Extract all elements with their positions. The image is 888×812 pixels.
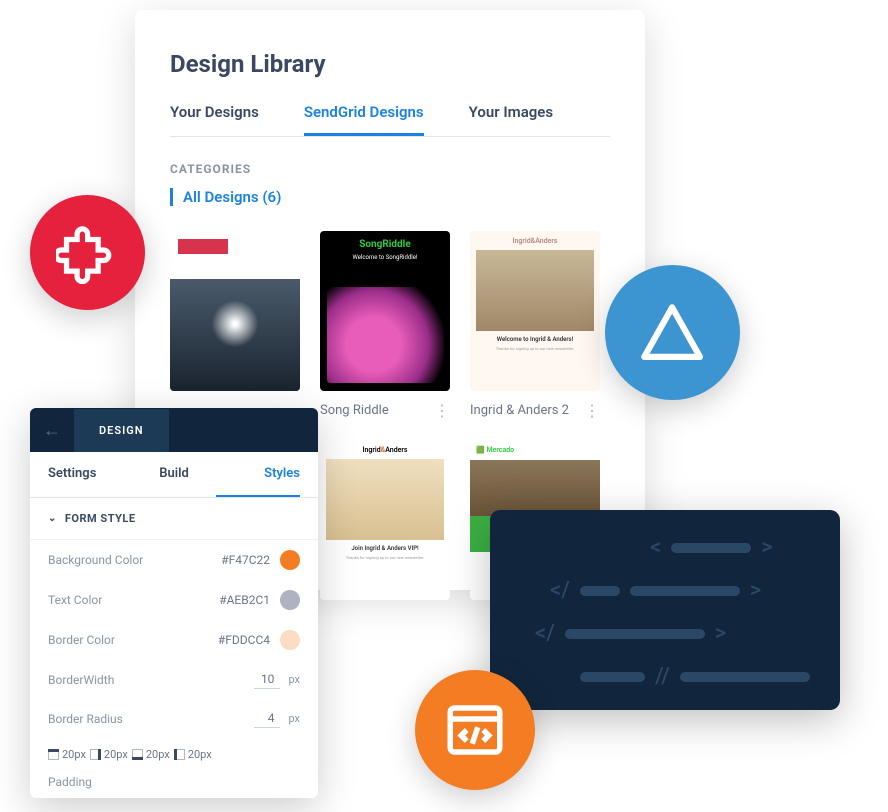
more-menu-icon[interactable]: ⋮ <box>434 401 450 420</box>
library-tabs: Your Designs SendGrid Designs Your Image… <box>170 103 610 137</box>
color-swatch[interactable] <box>280 590 300 610</box>
unit-label: px <box>288 712 300 725</box>
padding-value[interactable]: 20px <box>146 748 170 761</box>
hex-value[interactable]: #FDDCC4 <box>218 633 270 647</box>
angle-bracket-icon: </ <box>535 621 555 646</box>
row-border-radius: Border Radius 4 px <box>30 699 318 738</box>
library-title: Design Library <box>170 50 610 78</box>
angle-bracket-icon: > <box>761 535 772 560</box>
padding-value[interactable]: 20px <box>188 748 212 761</box>
back-button[interactable]: ← <box>30 420 74 441</box>
hex-value[interactable]: #F47C22 <box>221 553 270 567</box>
code-window-icon <box>442 697 508 763</box>
padding-top-icon[interactable] <box>48 749 59 760</box>
tab-your-designs[interactable]: Your Designs <box>170 103 259 136</box>
puzzle-feature-circle <box>30 195 145 310</box>
code-panel: < > </ > </ > // <box>490 510 840 710</box>
padding-left-icon[interactable] <box>174 749 185 760</box>
puzzle-icon <box>56 221 119 284</box>
chevron-down-icon: ⌄ <box>48 513 57 524</box>
thumb-logo: SongRiddle <box>320 231 450 250</box>
code-feature-circle <box>415 670 535 790</box>
thumb-logo: Ingrid&Anders <box>326 446 444 454</box>
color-swatch[interactable] <box>280 550 300 570</box>
angle-bracket-icon: > <box>750 578 761 603</box>
triangle-icon <box>635 295 709 369</box>
design-card[interactable]: Ingrid&Anders Join Ingrid & Anders VIP! … <box>320 440 450 600</box>
thumb-logo: Ingrid&Anders <box>476 237 594 245</box>
padding-value[interactable]: 20px <box>62 748 86 761</box>
thumb-text: Welcome to Ingrid & Anders! <box>476 336 594 343</box>
section-title: FORM STYLE <box>65 512 136 525</box>
subtab-styles[interactable]: Styles <box>216 452 300 497</box>
color-swatch[interactable] <box>280 630 300 650</box>
thumbnail-songriddle: SongRiddle Welcome to SongRiddle! <box>320 231 450 391</box>
style-label: Border Color <box>48 633 115 647</box>
padding-value[interactable]: 20px <box>104 748 128 761</box>
row-padding-label: Padding <box>30 765 318 798</box>
thumbnail-offgrid <box>170 231 300 391</box>
category-all-designs[interactable]: All Designs (6) <box>170 188 610 206</box>
padding-bottom-icon[interactable] <box>132 749 143 760</box>
row-border-width: BorderWidth 10 px <box>30 660 318 699</box>
styles-panel: ← DESIGN Settings Build Styles ⌄ FORM ST… <box>30 408 318 798</box>
thumb-logo: 🟩 Mercado <box>470 440 600 460</box>
slash-slash-icon: // <box>655 664 670 689</box>
thumb-text: Thanks for signing up to our new newslet… <box>326 555 444 560</box>
subtab-build[interactable]: Build <box>132 452 216 497</box>
thumb-text: Thanks for signing up to our new newslet… <box>476 346 594 351</box>
unit-label: px <box>288 673 300 686</box>
more-menu-icon[interactable]: ⋮ <box>584 401 600 420</box>
design-card[interactable]: SongRiddle Welcome to SongRiddle! Song R… <box>320 231 450 420</box>
design-card[interactable] <box>170 231 300 420</box>
tab-your-images[interactable]: Your Images <box>469 103 553 136</box>
styles-header: ← DESIGN <box>30 408 318 452</box>
styles-subtabs: Settings Build Styles <box>30 452 318 498</box>
form-style-section[interactable]: ⌄ FORM STYLE <box>30 498 318 540</box>
angle-bracket-icon: > <box>715 621 726 646</box>
angle-bracket-icon: < <box>650 535 661 560</box>
triangle-feature-circle <box>605 265 740 400</box>
thumb-text: Join Ingrid & Anders VIP! <box>326 545 444 552</box>
subtab-settings[interactable]: Settings <box>48 452 132 497</box>
hex-value[interactable]: #AEB2C1 <box>219 593 270 607</box>
row-border-color: Border Color #FDDCC4 <box>30 620 318 660</box>
number-input[interactable]: 4 <box>254 709 280 728</box>
design-name: Ingrid & Anders 2 <box>470 403 569 418</box>
thumbnail-ingrid2: Ingrid&Anders Join Ingrid & Anders VIP! … <box>320 440 450 600</box>
design-card[interactable]: Ingrid&Anders Welcome to Ingrid & Anders… <box>470 231 600 420</box>
row-background-color: Background Color #F47C22 <box>30 540 318 580</box>
design-tab[interactable]: DESIGN <box>74 409 169 452</box>
number-input[interactable]: 10 <box>254 670 280 689</box>
style-label: Text Color <box>48 593 102 607</box>
thumbnail-ingrid: Ingrid&Anders Welcome to Ingrid & Anders… <box>470 231 600 391</box>
angle-bracket-icon: </ <box>550 578 570 603</box>
row-text-color: Text Color #AEB2C1 <box>30 580 318 620</box>
padding-right-icon[interactable] <box>90 749 101 760</box>
style-label: Border Radius <box>48 712 123 726</box>
thumb-text: Welcome to SongRiddle! <box>320 254 450 261</box>
tab-sendgrid-designs[interactable]: SendGrid Designs <box>304 103 424 136</box>
style-label: Padding <box>48 775 92 789</box>
categories-label: CATEGORIES <box>170 162 610 176</box>
design-name: Song Riddle <box>320 403 389 418</box>
style-label: BorderWidth <box>48 673 114 687</box>
style-label: Background Color <box>48 553 143 567</box>
